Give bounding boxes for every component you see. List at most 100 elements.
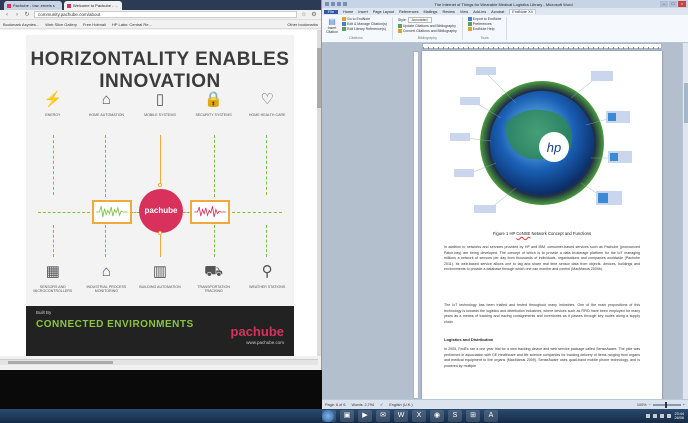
bookmark-item[interactable]: Free Hotmail (83, 22, 106, 27)
zoom-level[interactable]: 100% (637, 403, 647, 407)
tab-file[interactable]: File (324, 9, 339, 14)
factory-icon: ⌂ (101, 263, 111, 280)
update-citations-button[interactable]: Update Citations and Bibliography (397, 24, 457, 28)
tab-review[interactable]: Review (442, 10, 454, 14)
connector-h-left (38, 212, 90, 213)
start-button[interactable] (322, 410, 334, 422)
tab-page-layout[interactable]: Page Layout (373, 10, 394, 14)
bookmark-item[interactable]: Bookmark Asynies... (3, 22, 39, 27)
bottom-item: ⚲ WEATHER STATIONS (242, 263, 292, 293)
browser-vertical-scrollbar[interactable] (317, 30, 321, 356)
go-to-endnote-button[interactable]: Go to EndNote (342, 17, 387, 21)
forward-arrow-icon[interactable]: › (14, 12, 20, 18)
horizontal-ruler[interactable] (422, 43, 662, 49)
update-icon (397, 24, 402, 28)
edit-manage-citations-button[interactable]: Edit & Manage Citation(s) (342, 22, 387, 26)
bottom-item-label: SENSORS AND MICROCONTROLLERS (33, 285, 73, 293)
endnote-help-button[interactable]: EndNote Help (467, 27, 502, 31)
zoom-out-button[interactable]: − (649, 403, 651, 407)
style-select[interactable]: Style: Annotated (398, 17, 457, 23)
page-count[interactable]: Page: 6 of 6 (325, 403, 345, 407)
network-icon[interactable]: ⊞ (466, 410, 480, 422)
spellcheck-icon[interactable]: ✓ (380, 402, 383, 407)
scroll-thumb[interactable] (8, 361, 113, 364)
preferences-button[interactable]: Preferences (467, 22, 502, 26)
bookmarks-bar: Bookmark Asynies... Web Slice Gallery Fr… (0, 20, 321, 29)
browser-horizontal-scrollbar[interactable] (0, 359, 318, 365)
edit-icon (342, 22, 346, 26)
tab-references[interactable]: References (399, 10, 418, 14)
undo-icon[interactable] (337, 2, 341, 6)
skype-icon[interactable]: S (448, 410, 462, 422)
save-icon[interactable] (331, 2, 335, 6)
tab-acrobat[interactable]: Acrobat (491, 10, 504, 14)
window-controls: – □ × (660, 1, 686, 7)
document-page[interactable]: hp Figure 1 HP CeNSE Network Concept and… (422, 51, 662, 399)
pachube-url: www.pachube.com (246, 340, 284, 345)
ruler-tick (573, 47, 574, 49)
media-icon[interactable]: ▶ (358, 410, 372, 422)
language[interactable]: English (U.K.) (389, 403, 412, 407)
ribbon-tabs: File Home Insert Page Layout References … (322, 8, 688, 15)
tab-mailings[interactable]: Mailings (424, 10, 438, 14)
bottom-item: ⌂ INDUSTRIAL PROCESS MONITORING (81, 263, 131, 293)
tray-icon[interactable] (646, 414, 651, 418)
button-label: Edit & Manage Citation(s) (347, 22, 387, 26)
zoom-in-button[interactable]: + (683, 403, 685, 407)
word-app-icon[interactable] (325, 2, 329, 6)
word-icon[interactable]: W (394, 410, 408, 422)
scroll-thumb[interactable] (317, 48, 321, 108)
maximize-button[interactable]: □ (669, 1, 677, 7)
tray-icon[interactable] (653, 414, 658, 418)
export-to-endnote-button[interactable]: Export to EndNote (467, 17, 501, 21)
clock[interactable]: 23:44 26/06 (674, 412, 684, 421)
ruler-tick (523, 47, 524, 49)
browser-window: Pachube - Iow..ernets s Welcome to Pachu… (0, 0, 322, 370)
zoom-slider[interactable] (652, 401, 681, 408)
document-vertical-scrollbar[interactable] (682, 43, 688, 399)
url-input[interactable]: community.pachube.com/about (34, 11, 297, 18)
browser-tab[interactable]: Pachube - Iow..ernets s (4, 1, 62, 10)
insert-citation-icon: ▤ (328, 17, 336, 26)
tab-home[interactable]: Home (343, 10, 353, 14)
outlook-icon[interactable]: ✉ (376, 410, 390, 422)
convert-citations-button[interactable]: Convert Citations and Bibliography (397, 29, 457, 33)
signal-box-left (92, 200, 132, 224)
zoom-slider-thumb[interactable] (664, 401, 667, 408)
folder-icon[interactable]: ▣ (340, 410, 354, 422)
close-button[interactable]: × (678, 1, 686, 7)
star-icon[interactable]: ☆ (301, 11, 307, 18)
excel-icon[interactable]: X (412, 410, 426, 422)
wrench-icon[interactable]: ⚙ (311, 11, 317, 18)
button-label: Edit Library Reference(s) (347, 27, 386, 31)
acrobat-icon[interactable]: A (484, 410, 498, 422)
word-count[interactable]: Words: 2,794 (351, 403, 374, 407)
connector-up-mobile (160, 135, 161, 187)
tab-insert[interactable]: Insert (358, 10, 368, 14)
minimize-button[interactable]: – (660, 1, 668, 7)
reload-icon[interactable]: ↻ (24, 11, 30, 18)
signal-wave-icon (96, 206, 128, 218)
tab-endnote[interactable]: EndNote X4 (509, 9, 536, 14)
tab-add-ins[interactable]: Add-Ins (473, 10, 486, 14)
taskbar: e ▣ ▶ ✉ W X ◉ S ⊞ A 23:4426/06 (0, 409, 688, 423)
top-icon-row: ⚡ ENERGY ⌂ HOME AUTOMATION ▯ MOBILE SYSTEMS… (26, 91, 294, 117)
vertical-ruler[interactable] (413, 51, 419, 399)
tab-view[interactable]: View (460, 10, 468, 14)
back-arrow-icon[interactable]: ‹ (4, 12, 10, 18)
tray-icon[interactable] (660, 414, 665, 418)
browser-tab-active[interactable]: Welcome to Pachube - ... (64, 1, 122, 10)
scroll-thumb[interactable] (684, 83, 688, 123)
chrome-icon[interactable]: ◉ (430, 410, 444, 422)
bookmark-item[interactable]: Web Slice Gallery (45, 22, 77, 27)
style-value[interactable]: Annotated (407, 17, 432, 23)
edit-library-references-button[interactable]: Edit Library Reference(s) (342, 27, 387, 31)
ruler-tick (553, 47, 554, 49)
ruler-tick (558, 47, 559, 49)
ruler-tick (433, 47, 434, 49)
other-bookmarks[interactable]: Other bookmarks (287, 22, 318, 27)
building-icon: ▥ (152, 263, 168, 280)
top-item: ♡ HOME HEALTH CARE (242, 91, 292, 117)
bookmark-item[interactable]: HP Labs: Central Re... (112, 22, 152, 27)
volume-icon[interactable] (667, 414, 672, 418)
